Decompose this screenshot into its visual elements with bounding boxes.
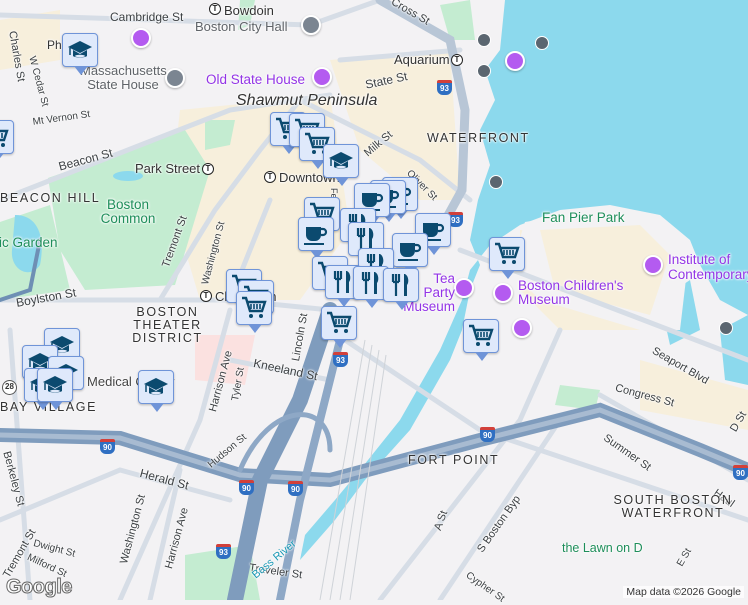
- museum-pin-icon[interactable]: [512, 318, 532, 338]
- marker-grocery[interactable]: [463, 319, 499, 361]
- marker-cafe[interactable]: [392, 233, 428, 275]
- map-attribution: Map data ©2026 Google: [623, 586, 744, 598]
- marker-school[interactable]: [138, 370, 174, 412]
- interstate-90-shield-icon: 90: [733, 465, 748, 480]
- marker-grocery[interactable]: [321, 306, 357, 348]
- marker-school[interactable]: [323, 144, 359, 186]
- place-label: Massachusetts State House: [80, 63, 167, 92]
- ferry-icon[interactable]: [477, 64, 491, 78]
- place-label: Ph: [47, 38, 62, 52]
- aquarium-pin-icon[interactable]: [505, 51, 525, 71]
- station-label: Aquarium: [394, 52, 450, 67]
- coffee-cup-icon: [397, 237, 423, 263]
- marker-cafe[interactable]: [298, 217, 334, 259]
- tea-party-museum-pin-icon[interactable]: [454, 278, 474, 298]
- old-state-house-pin-icon[interactable]: [312, 67, 332, 87]
- city-hall-pin-icon[interactable]: [301, 15, 321, 35]
- google-logo[interactable]: Google: [6, 576, 73, 599]
- neighborhood-label: Shawmut Peninsula: [236, 92, 378, 109]
- interstate-90-shield-icon: 90: [288, 481, 303, 496]
- station-label: Park Street: [135, 161, 201, 176]
- neighborhood-label: WATERFRONT: [427, 131, 530, 145]
- interstate-90-shield-icon: 90: [239, 480, 254, 495]
- route-28-shield-icon: 28: [2, 380, 17, 395]
- interstate-90-shield-icon: 90: [100, 439, 115, 454]
- subway-station-icon[interactable]: T: [209, 3, 221, 15]
- station-label: Bowdoin: [224, 3, 274, 18]
- shopping-cart-icon: [326, 310, 352, 336]
- marker-school[interactable]: [62, 33, 98, 75]
- shopping-cart-icon: [494, 241, 520, 267]
- graduation-cap-icon: [143, 374, 169, 400]
- park-label: Public Garden: [0, 235, 58, 250]
- marker-grocery[interactable]: [489, 237, 525, 279]
- interstate-90-shield-icon: 90: [480, 427, 495, 442]
- shopping-cart-icon: [241, 295, 267, 321]
- interstate-93-shield-icon: 93: [216, 544, 231, 559]
- cutlery-icon: [388, 272, 414, 298]
- place-label: Boston City Hall: [195, 19, 288, 34]
- ferry-icon[interactable]: [489, 175, 503, 189]
- place-label[interactable]: Institute of Contemporary: [668, 252, 748, 282]
- shopping-cart-icon: [0, 124, 9, 150]
- neighborhood-label: FORT POINT: [408, 453, 500, 467]
- museum-pin-icon[interactable]: [131, 28, 151, 48]
- interstate-93-shield-icon: 93: [333, 352, 348, 367]
- graduation-cap-icon: [42, 372, 68, 398]
- ferry-icon[interactable]: [535, 36, 549, 50]
- cutlery-icon: [358, 270, 384, 296]
- childrens-museum-pin-icon[interactable]: [493, 283, 513, 303]
- subway-station-icon[interactable]: T: [200, 290, 212, 302]
- subway-station-icon[interactable]: T: [264, 171, 276, 183]
- marker-school[interactable]: [37, 368, 73, 410]
- park-label: the Lawn on D: [562, 541, 643, 555]
- shopping-cart-icon: [468, 323, 494, 349]
- neighborhood-label: BOSTON THEATER DISTRICT: [132, 305, 203, 345]
- subway-station-icon[interactable]: T: [451, 54, 463, 66]
- subway-station-icon[interactable]: T: [202, 163, 214, 175]
- ica-pin-icon[interactable]: [643, 255, 663, 275]
- park-label: Boston Common: [100, 197, 156, 226]
- marker-restaurant[interactable]: [383, 268, 419, 310]
- ferry-icon[interactable]: [719, 321, 733, 335]
- street-label: Cambridge St: [110, 10, 184, 24]
- coffee-cup-icon: [303, 221, 329, 247]
- graduation-cap-icon: [328, 148, 354, 174]
- marker-cart[interactable]: [0, 120, 14, 162]
- state-house-pin-icon[interactable]: [165, 68, 185, 88]
- neighborhood-label: SOUTH BOSTON WATERFRONT: [613, 493, 733, 520]
- park-label: Fan Pier Park: [542, 210, 625, 225]
- place-label[interactable]: Boston Children's Museum: [518, 279, 638, 307]
- interstate-93-shield-icon: 93: [437, 80, 452, 95]
- ferry-icon[interactable]: [477, 33, 491, 47]
- neighborhood-label: BEACON HILL: [0, 191, 101, 205]
- place-label[interactable]: Old State House: [206, 72, 305, 87]
- graduation-cap-icon: [67, 37, 93, 63]
- marker-grocery[interactable]: [236, 291, 272, 333]
